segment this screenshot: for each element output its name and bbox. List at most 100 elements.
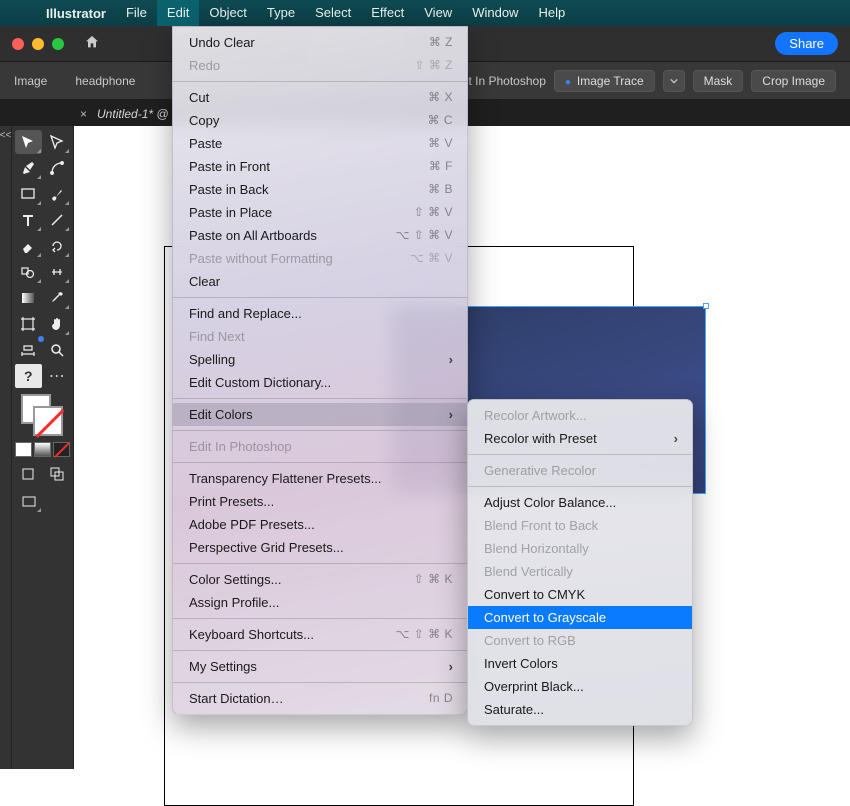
fill-stroke-swatch[interactable]	[15, 394, 67, 438]
edit-menu-item[interactable]: Clear	[173, 270, 467, 293]
draw-behind-icon[interactable]	[44, 463, 71, 485]
document-tab[interactable]: × Untitled-1* @	[80, 107, 169, 121]
selection-tool[interactable]	[15, 130, 42, 154]
mask-button[interactable]: Mask	[693, 70, 744, 92]
menubar-item-effect[interactable]: Effect	[361, 0, 414, 26]
edit-menu-item[interactable]: Start Dictation…fn D	[173, 687, 467, 710]
edit-in-photoshop-fragment[interactable]: t In Photoshop	[468, 74, 545, 88]
menubar-item-select[interactable]: Select	[305, 0, 361, 26]
edit-colors-submenu: Recolor Artwork...Recolor with Preset›Ge…	[467, 399, 693, 726]
edit-menu-item[interactable]: Adobe PDF Presets...	[173, 513, 467, 536]
direct-selection-tool[interactable]	[44, 130, 71, 154]
menubar-item-window[interactable]: Window	[462, 0, 528, 26]
menubar-item-view[interactable]: View	[414, 0, 462, 26]
edit-menu-item[interactable]: Perspective Grid Presets...	[173, 536, 467, 559]
menu-item-label: Print Presets...	[189, 493, 453, 510]
eyedropper-tool[interactable]	[44, 286, 71, 310]
gradient-mode-icon[interactable]	[34, 442, 51, 457]
app-name[interactable]: Illustrator	[36, 6, 116, 21]
menu-shortcut: ⇧ ⌘ Z	[414, 57, 453, 74]
curvature-tool[interactable]	[44, 156, 71, 180]
edit-menu-item[interactable]: Paste on All Artboards⌥ ⇧ ⌘ V	[173, 224, 467, 247]
none-mode-icon[interactable]	[53, 442, 70, 457]
edit-menu-item[interactable]: Spelling›	[173, 348, 467, 371]
hand-tool[interactable]	[44, 312, 71, 336]
menu-shortcut: ⌘ V	[428, 135, 453, 152]
menu-item-label: Cut	[189, 89, 428, 106]
artboard-tool[interactable]	[15, 312, 42, 336]
menu-shortcut: ⌘ C	[428, 112, 454, 129]
edit-colors-item[interactable]: Invert Colors	[468, 652, 692, 675]
edit-menu-item[interactable]: Paste⌘ V	[173, 132, 467, 155]
close-window-icon[interactable]	[12, 38, 24, 50]
macos-menubar: Illustrator FileEditObjectTypeSelectEffe…	[0, 0, 850, 26]
share-button[interactable]: Share	[775, 32, 838, 55]
menu-item-label: Blend Vertically	[484, 563, 678, 580]
eraser-tool[interactable]	[15, 234, 42, 258]
edit-menu-item[interactable]: Copy⌘ C	[173, 109, 467, 132]
edit-toolbar-icon[interactable]: ⋯	[44, 364, 71, 388]
selection-type-label: Image	[14, 74, 47, 88]
stroke-swatch[interactable]	[33, 406, 63, 436]
edit-menu-item[interactable]: Undo Clear⌘ Z	[173, 31, 467, 54]
line-tool[interactable]	[44, 208, 71, 232]
gradient-tool[interactable]	[15, 286, 42, 310]
paintbrush-tool[interactable]	[44, 182, 71, 206]
submenu-arrow-icon: ›	[674, 430, 678, 447]
rectangle-tool[interactable]	[15, 182, 42, 206]
zoom-tool[interactable]	[44, 338, 71, 362]
edit-menu-item[interactable]: Paste in Back⌘ B	[173, 178, 467, 201]
edit-menu-item[interactable]: Paste in Front⌘ F	[173, 155, 467, 178]
edit-colors-item[interactable]: Recolor with Preset›	[468, 427, 692, 450]
edit-menu-item[interactable]: Transparency Flattener Presets...	[173, 467, 467, 490]
minimize-window-icon[interactable]	[32, 38, 44, 50]
edit-menu-item[interactable]: Cut⌘ X	[173, 86, 467, 109]
color-mode-icon[interactable]	[15, 442, 32, 457]
rotate-tool[interactable]	[44, 234, 71, 258]
shape-builder-tool[interactable]	[15, 260, 42, 284]
image-trace-button[interactable]: Image Trace	[554, 70, 655, 92]
edit-menu-item[interactable]: Edit Colors›	[173, 403, 467, 426]
menubar-item-edit[interactable]: Edit	[157, 0, 199, 26]
menu-item-label: Recolor Artwork...	[484, 407, 678, 424]
edit-colors-item[interactable]: Overprint Black...	[468, 675, 692, 698]
screen-mode-icon[interactable]	[15, 491, 42, 513]
edit-colors-item[interactable]: Adjust Color Balance...	[468, 491, 692, 514]
edit-menu-item[interactable]: Assign Profile...	[173, 591, 467, 614]
menu-item-label: Adobe PDF Presets...	[189, 516, 453, 533]
draw-normal-icon[interactable]	[15, 463, 42, 485]
edit-menu-item[interactable]: My Settings›	[173, 655, 467, 678]
menu-shortcut: ⌥ ⇧ ⌘ K	[396, 626, 453, 643]
edit-menu-item[interactable]: Find and Replace...	[173, 302, 467, 325]
pen-tool[interactable]	[15, 156, 42, 180]
menubar-item-type[interactable]: Type	[257, 0, 305, 26]
image-trace-dropdown-icon[interactable]	[663, 70, 685, 92]
submenu-arrow-icon: ›	[449, 658, 453, 675]
menu-item-label: Find and Replace...	[189, 305, 453, 322]
menubar-item-object[interactable]: Object	[199, 0, 257, 26]
dimension-tool[interactable]	[15, 338, 42, 362]
crop-image-button[interactable]: Crop Image	[751, 70, 836, 92]
menu-item-label: Perspective Grid Presets...	[189, 539, 453, 556]
edit-colors-item[interactable]: Convert to CMYK	[468, 583, 692, 606]
width-tool[interactable]	[44, 260, 71, 284]
zoom-window-icon[interactable]	[52, 38, 64, 50]
edit-menu-item[interactable]: Print Presets...	[173, 490, 467, 513]
edit-colors-item[interactable]: Saturate...	[468, 698, 692, 721]
edit-menu-item[interactable]: Edit Custom Dictionary...	[173, 371, 467, 394]
edit-menu-item[interactable]: Keyboard Shortcuts...⌥ ⇧ ⌘ K	[173, 623, 467, 646]
edit-menu-item[interactable]: Color Settings...⇧ ⌘ K	[173, 568, 467, 591]
home-icon[interactable]	[84, 34, 100, 54]
menubar-item-help[interactable]: Help	[528, 0, 575, 26]
menu-item-label: Paste in Back	[189, 181, 428, 198]
edit-menu-item[interactable]: Paste in Place⇧ ⌘ V	[173, 201, 467, 224]
type-tool[interactable]	[15, 208, 42, 232]
panel-collapse-handle[interactable]: <<	[0, 126, 12, 769]
submenu-arrow-icon: ›	[449, 406, 453, 423]
edit-colors-item[interactable]: Convert to Grayscale	[468, 606, 692, 629]
help-tool[interactable]: ?	[15, 364, 42, 388]
menubar-item-file[interactable]: File	[116, 0, 157, 26]
menu-shortcut: ⇧ ⌘ K	[414, 571, 453, 588]
selection-handle-icon[interactable]	[703, 303, 709, 309]
close-tab-icon[interactable]: ×	[80, 107, 87, 121]
